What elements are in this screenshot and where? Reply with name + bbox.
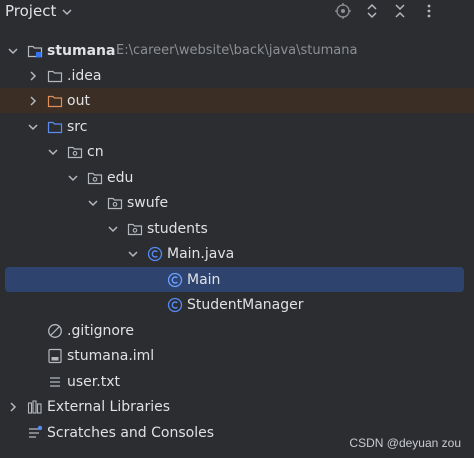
project-panel-header: Project <box>0 0 474 24</box>
package-icon <box>87 165 103 190</box>
tree-item-idea[interactable]: .idea <box>0 63 474 88</box>
source-folder-icon <box>47 114 63 139</box>
panel-title[interactable]: Project <box>5 2 56 20</box>
watermark: CSDN @deyuan zou <box>349 436 461 450</box>
tree-item-user-txt[interactable]: user.txt <box>0 369 474 394</box>
tree-item-label: StudentManager <box>187 296 304 313</box>
collapse-all-icon[interactable] <box>391 2 409 20</box>
chevron-down-icon[interactable] <box>61 6 73 22</box>
chevron-down-icon[interactable] <box>67 165 79 190</box>
tree-item-root[interactable]: stumana E:\career\website\back\java\stum… <box>0 38 474 63</box>
tree-item-gitignore[interactable]: .gitignore <box>0 318 474 343</box>
tree-item-iml[interactable]: stumana.iml <box>0 343 474 368</box>
libraries-icon <box>27 394 43 419</box>
tree-item-label: src <box>67 118 88 135</box>
chevron-down-icon[interactable] <box>107 216 119 241</box>
text-file-icon <box>47 369 63 394</box>
tree-item-label: stumana <box>47 42 116 59</box>
class-icon <box>167 292 183 317</box>
tree-item-label: Scratches and Consoles <box>47 424 214 441</box>
tree-item-swufe[interactable]: swufe <box>0 190 474 215</box>
chevron-down-icon[interactable] <box>47 139 59 164</box>
project-path: E:\career\website\back\java\stumana <box>116 43 358 58</box>
tree-item-external-libraries[interactable]: External Libraries <box>0 394 474 419</box>
crosshair-icon[interactable] <box>334 2 352 20</box>
package-icon <box>107 190 123 215</box>
more-options-icon[interactable] <box>420 2 438 20</box>
chevron-right-icon[interactable] <box>7 394 19 419</box>
ignore-file-icon <box>47 318 63 343</box>
tree-item-out[interactable]: out <box>0 88 474 113</box>
package-icon <box>67 139 83 164</box>
tree-item-label: Main <box>187 271 221 288</box>
tree-item-label: .gitignore <box>67 322 134 339</box>
class-icon <box>147 241 163 266</box>
tree-item-cn[interactable]: cn <box>0 139 474 164</box>
tree-item-label: External Libraries <box>47 398 170 415</box>
chevron-down-icon[interactable] <box>127 241 139 266</box>
tree-item-main-java[interactable]: Main.java <box>0 241 474 266</box>
tree-item-student-manager[interactable]: StudentManager <box>0 292 474 317</box>
chevron-right-icon[interactable] <box>27 88 39 113</box>
expand-all-icon[interactable] <box>363 2 381 20</box>
chevron-down-icon[interactable] <box>87 190 99 215</box>
tree-item-main-class[interactable]: Main <box>5 267 464 292</box>
tree-item-label: .idea <box>67 67 102 84</box>
chevron-right-icon[interactable] <box>27 63 39 88</box>
module-file-icon <box>47 343 63 368</box>
tree-item-label: out <box>67 92 90 109</box>
chevron-down-icon[interactable] <box>7 38 19 63</box>
tree-item-edu[interactable]: edu <box>0 165 474 190</box>
excluded-folder-icon <box>47 88 63 113</box>
tree-item-label: students <box>147 220 208 237</box>
tree-item-students[interactable]: students <box>0 216 474 241</box>
tree-item-label: swufe <box>127 194 169 211</box>
package-icon <box>127 216 143 241</box>
chevron-down-icon[interactable] <box>27 114 39 139</box>
scratches-icon <box>27 420 43 445</box>
tree-item-label: Main.java <box>167 245 235 262</box>
class-icon <box>167 267 183 292</box>
tree-item-label: user.txt <box>67 373 120 390</box>
folder-icon <box>47 63 63 88</box>
tree-item-label: edu <box>107 169 134 186</box>
tree-item-src[interactable]: src <box>0 114 474 139</box>
tree-item-label: stumana.iml <box>67 347 155 364</box>
tree-item-label: cn <box>87 143 104 160</box>
module-folder-icon <box>27 38 43 63</box>
